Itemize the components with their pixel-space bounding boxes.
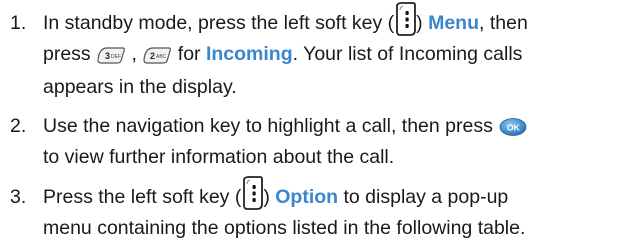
- left-soft-key-icon: [396, 2, 417, 36]
- step-text: In standby mode, press the left soft key…: [43, 12, 395, 35]
- step-text: to display a pop-up: [338, 186, 509, 209]
- step-1-line-2: press 3 DEF , 2 ABC for Incoming. Your lis…: [43, 43, 522, 66]
- left-soft-key-icon: [243, 176, 264, 210]
- step-text: for: [172, 43, 206, 65]
- svg-text:ABC: ABC: [156, 54, 167, 60]
- step-text: press: [43, 43, 97, 65]
- step-1-line-1: In standby mode, press the left soft key…: [43, 2, 528, 36]
- svg-text:3: 3: [105, 51, 110, 61]
- incoming-link[interactable]: Incoming: [206, 43, 293, 65]
- step-text: to view further information about the ca…: [43, 146, 395, 168]
- step-3-line-2: menu containing the options listed in th…: [43, 217, 525, 240]
- step-text: appears in the display.: [43, 76, 237, 98]
- step-text: menu containing the options listed in th…: [43, 217, 526, 239]
- step-text: ,: [126, 43, 143, 65]
- step-1-line-3: appears in the display.: [43, 76, 237, 99]
- step-number: 1.: [10, 12, 27, 34]
- step-text: ): [416, 12, 429, 35]
- step-text: ): [263, 186, 276, 209]
- svg-text:OK: OK: [507, 122, 521, 132]
- svg-text:2: 2: [150, 51, 155, 61]
- key-2-abc-icon: 2 ABC: [143, 47, 172, 64]
- step-2-line-2: to view further information about the ca…: [43, 146, 394, 169]
- step-text: Press the left soft key (: [43, 186, 242, 209]
- key-3-def-icon: 3 DEF: [97, 47, 126, 64]
- step-text: , then: [479, 12, 528, 35]
- step-number: 3.: [10, 186, 27, 208]
- step-text: Use the navigation key to highlight a ca…: [43, 115, 499, 137]
- step-2-line-1: Use the navigation key to highlight a ca…: [43, 115, 528, 138]
- step-number: 2.: [10, 115, 27, 137]
- ok-key-icon: OK: [499, 117, 527, 136]
- step-text: . Your list of Incoming calls: [292, 43, 523, 65]
- svg-text:DEF: DEF: [111, 54, 121, 60]
- step-3-line-1: Press the left soft key () Option to dis…: [43, 176, 509, 210]
- menu-link[interactable]: Menu: [428, 12, 479, 34]
- option-link[interactable]: Option: [275, 186, 338, 208]
